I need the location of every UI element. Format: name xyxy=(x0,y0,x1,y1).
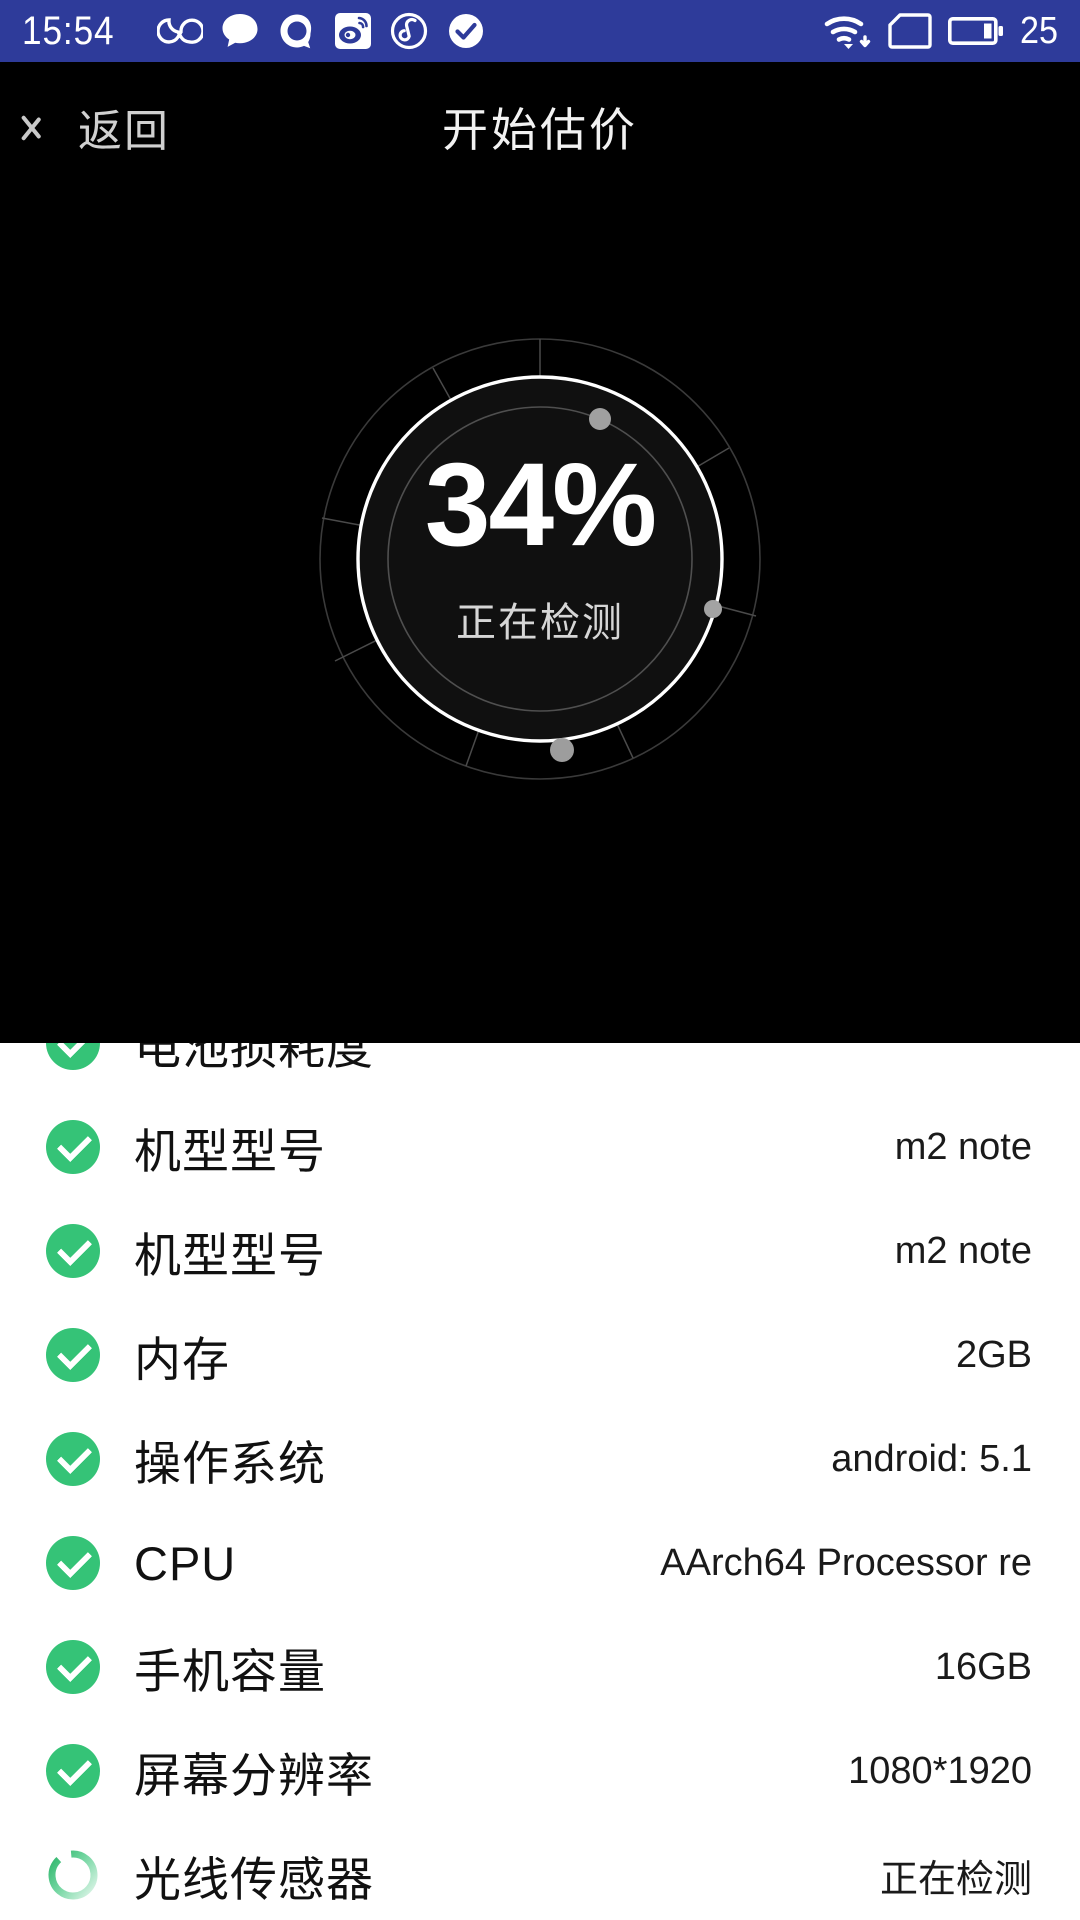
scan-progress-indicator: 34% 正在检测 xyxy=(315,334,765,784)
row-value: 2GB xyxy=(955,1333,1032,1376)
status-bar-clock: 15:54 xyxy=(22,9,115,53)
row-label: 机型型号 xyxy=(134,1124,326,1178)
table-row[interactable]: 机型型号 m2 note xyxy=(0,1199,1080,1303)
row-icon-slot xyxy=(46,1328,134,1382)
navigation-bar: 返回 开始估价 xyxy=(0,62,1080,192)
row-icon-slot xyxy=(46,1120,134,1174)
check-circle-icon xyxy=(46,1224,100,1278)
row-icon-slot xyxy=(46,1848,134,1902)
table-row[interactable]: 光线传感器 正在检测 xyxy=(0,1823,1080,1920)
wifi-download-icon xyxy=(824,16,870,49)
scan-progress-readout: 34% 正在检测 xyxy=(315,334,765,784)
detection-results-list: 电池损耗度 机型型号 m2 note 机型型号 m2 note 内存 2GB 操… xyxy=(0,1043,1080,1920)
weibo-icon xyxy=(335,13,372,49)
back-button[interactable]: 返回 xyxy=(34,95,170,159)
progress-status-text: 正在检测 xyxy=(456,601,624,645)
check-circle-icon xyxy=(449,14,484,48)
row-label: CPU xyxy=(134,1536,237,1590)
row-value: android: 5.1 xyxy=(831,1437,1032,1480)
battery-icon xyxy=(947,17,1003,45)
qq-icon xyxy=(280,14,312,49)
netease-music-icon xyxy=(391,12,428,50)
status-bar-notification-icons xyxy=(157,11,486,51)
check-circle-icon xyxy=(46,1640,100,1694)
row-label: 操作系统 xyxy=(134,1436,326,1490)
table-row[interactable]: CPU AArch64 Processor re xyxy=(0,1511,1080,1615)
row-label: 电池损耗度 xyxy=(134,1043,374,1074)
chat-bubble-icon xyxy=(222,14,258,47)
check-circle-icon xyxy=(46,1120,100,1174)
table-row[interactable]: 电池损耗度 xyxy=(0,1043,1080,1095)
row-icon-slot xyxy=(46,1432,134,1486)
row-value: 正在检测 xyxy=(879,1858,1032,1901)
row-icon-slot xyxy=(46,1640,134,1694)
row-icon-slot xyxy=(46,1043,134,1070)
check-circle-icon xyxy=(46,1744,100,1798)
row-icon-slot xyxy=(46,1536,134,1590)
results-rows: 机型型号 m2 note 机型型号 m2 note 内存 2GB 操作系统 an… xyxy=(0,1095,1080,1920)
row-label: 机型型号 xyxy=(134,1228,326,1282)
detection-panel: 返回 开始估价 34% 正在检测 xyxy=(0,62,1080,1043)
app-screen: 15:54 25 返回 开始估价 34% 正在检测 电池损耗度 机型型号 m2 … xyxy=(0,0,1080,1920)
chevron-left-icon xyxy=(34,104,64,150)
table-row[interactable]: 操作系统 android: 5.1 xyxy=(0,1407,1080,1511)
row-label: 手机容量 xyxy=(134,1644,326,1698)
table-row[interactable]: 机型型号 m2 note xyxy=(0,1095,1080,1199)
row-value: m2 note xyxy=(894,1229,1032,1272)
table-row[interactable]: 内存 2GB xyxy=(0,1303,1080,1407)
row-icon-slot xyxy=(46,1224,134,1278)
battery-percentage: 25 xyxy=(1019,10,1058,52)
status-bar: 15:54 25 xyxy=(0,0,1080,62)
check-circle-icon xyxy=(46,1328,100,1382)
loading-spinner-icon xyxy=(48,1850,98,1900)
row-label: 屏幕分辨率 xyxy=(134,1748,374,1802)
uc-browser-icon xyxy=(157,18,204,44)
check-circle-icon xyxy=(46,1536,100,1590)
row-value: 16GB xyxy=(934,1645,1032,1688)
table-row[interactable]: 手机容量 16GB xyxy=(0,1615,1080,1719)
progress-percentage: 34% xyxy=(424,439,657,571)
row-value: 1080*1920 xyxy=(848,1749,1032,1792)
row-value: m2 note xyxy=(894,1125,1032,1168)
row-label: 光线传感器 xyxy=(134,1852,374,1906)
check-circle-icon xyxy=(46,1043,100,1070)
table-row[interactable]: 屏幕分辨率 1080*1920 xyxy=(0,1719,1080,1823)
check-circle-icon xyxy=(46,1432,100,1486)
row-icon-slot xyxy=(46,1744,134,1798)
back-button-label: 返回 xyxy=(78,107,170,156)
row-label: 内存 xyxy=(134,1332,230,1386)
status-bar-system-icons: 25 xyxy=(824,11,1062,51)
row-value: AArch64 Processor re xyxy=(660,1541,1032,1584)
sim-card-icon xyxy=(888,13,932,49)
